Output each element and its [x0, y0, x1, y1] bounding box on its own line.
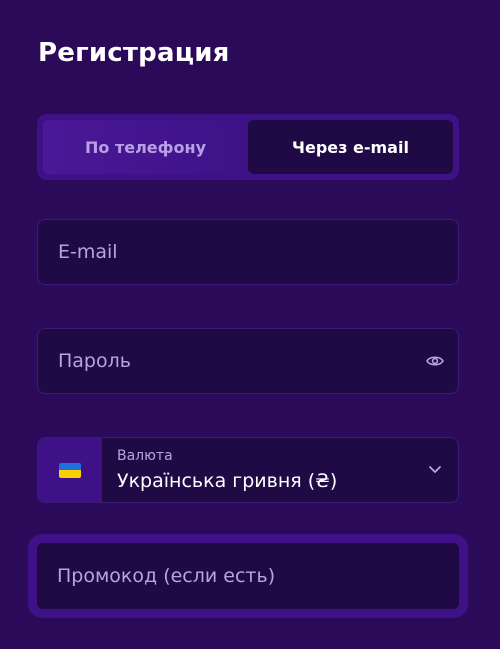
tab-by-phone[interactable]: По телефону [43, 120, 248, 174]
password-field[interactable]: Пароль [37, 328, 459, 394]
currency-value: Українська гривня (₴) [117, 470, 338, 492]
eye-icon[interactable] [426, 354, 444, 368]
flag-box [38, 438, 102, 502]
registration-method-tabs: По телефону Через e-mail [37, 114, 459, 180]
ukraine-flag-icon [59, 462, 81, 478]
email-field[interactable]: E-mail [37, 219, 459, 285]
promo-field[interactable]: Промокод (если есть) [37, 543, 459, 609]
chevron-down-icon [429, 466, 441, 473]
currency-label: Валюта [117, 448, 173, 464]
tab-by-email[interactable]: Через e-mail [248, 120, 453, 174]
currency-select[interactable]: Валюта Українська гривня (₴) [37, 437, 459, 503]
promo-wrapper: Промокод (если есть) [28, 534, 468, 618]
page-title: Регистрация [38, 38, 230, 68]
